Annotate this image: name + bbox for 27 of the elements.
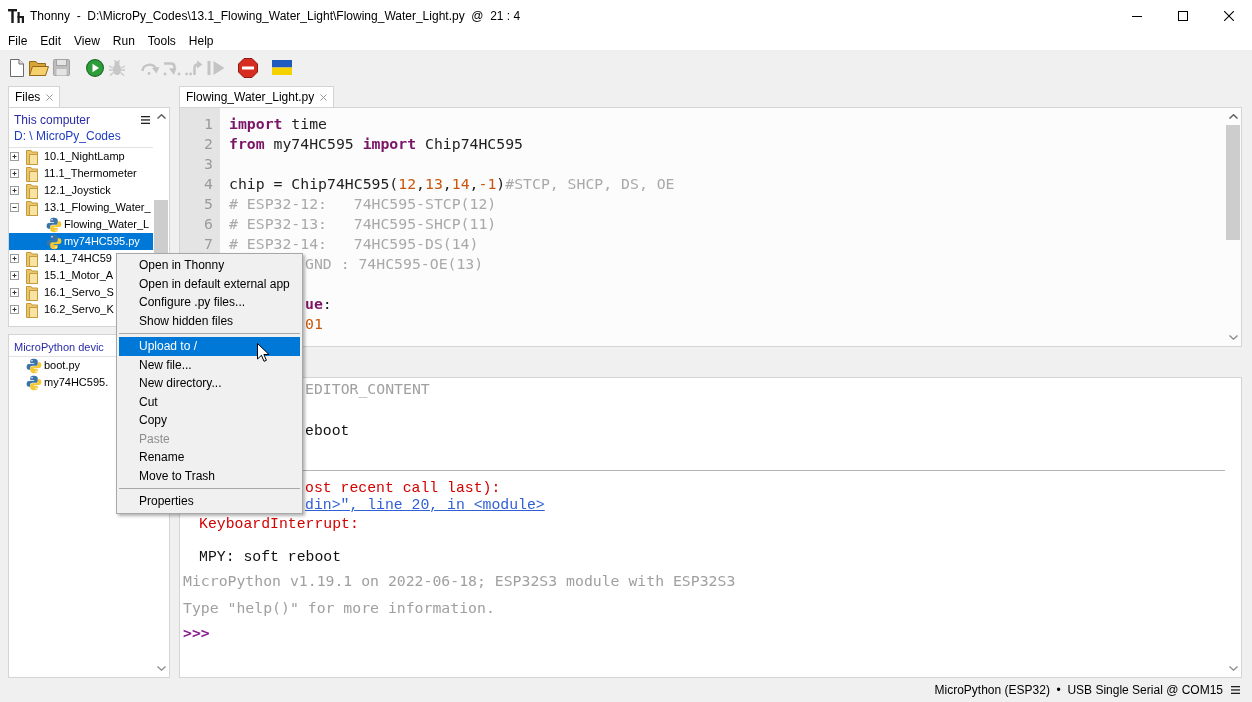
line-number: 2 [204, 134, 213, 154]
shell-command-text: EDITOR_CONTENT [305, 379, 430, 400]
shell-prompt: >>> [183, 623, 210, 643]
line-number: 7 [204, 234, 213, 254]
line-number: 1 [204, 114, 213, 134]
line-number: 4 [204, 174, 213, 194]
shell-output-text: eboot [305, 423, 350, 440]
shell-info-text: Type "help()" for more information. [183, 598, 495, 618]
code-line: import time [229, 114, 327, 134]
code-line: # ESP32-14: 74HC595-DS(14) [229, 234, 479, 254]
line-number: 5 [204, 194, 213, 214]
location-label: This computer [14, 112, 91, 129]
line-number: 6 [204, 214, 213, 234]
code-line: 01 [305, 314, 323, 334]
code-line: # ESP32-12: 74HC595-STCP(12) [229, 194, 497, 214]
error-text: ost recent call last): [305, 480, 501, 497]
shell-info-text: MicroPython v1.19.1 on 2022-06-18; ESP32S3 module with ESP32S3 [183, 571, 736, 591]
error-text: KeyboardInterrupt: [199, 516, 359, 533]
code-line: ue: [305, 294, 332, 314]
device-label: MicroPython devic [14, 341, 104, 353]
code-line: GND : 74HC595-OE(13) [305, 254, 484, 274]
code-line: chip = Chip74HC595(12,13,14,-1)#STCP, SHCP, DS, OE [229, 174, 675, 194]
window-title: Thonny - D:\MicroPy_Codes\13.1_Flowing_Water_Light\Flowing_Water_Light.py @ 21 : 4 [30, 8, 521, 25]
code-line: from my74HC595 import Chip74HC595 [229, 134, 523, 154]
line-number: 3 [204, 154, 213, 174]
shell-output-text: MPY: soft reboot [199, 549, 342, 566]
code-line: # ESP32-13: 74HC595-SHCP(11) [229, 214, 497, 234]
